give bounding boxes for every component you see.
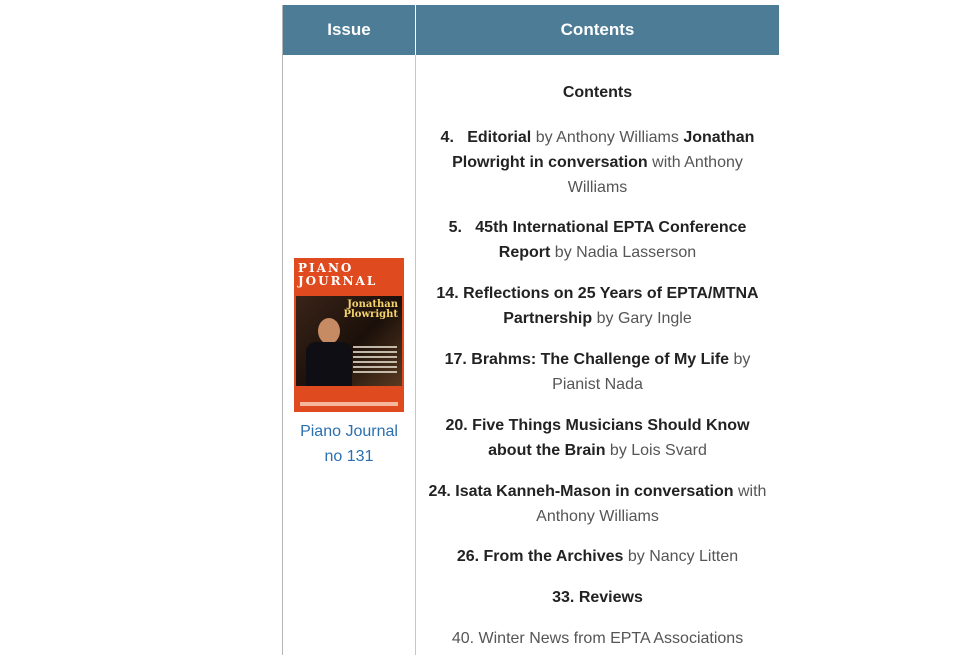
table-header: Issue Contents	[283, 5, 779, 55]
contents-entry: 40. Winter News from EPTA Associations	[426, 626, 769, 651]
cover-name-line2: Plowright	[343, 309, 398, 320]
cover-photo: Jonathan Plowright	[296, 296, 402, 386]
cover-name: Jonathan Plowright	[343, 300, 398, 320]
entry-number: 20.	[445, 417, 468, 434]
entry-number: 33.	[552, 589, 575, 606]
contents-entry: 14. Reflections on 25 Years of EPTA/MTNA…	[426, 281, 769, 331]
issue-link-line2[interactable]: no 131	[283, 444, 415, 469]
cover-portrait-face	[318, 318, 340, 344]
entry-number: 40.	[451, 630, 475, 647]
cover-portrait-body	[306, 342, 352, 386]
header-contents: Contents	[415, 5, 779, 55]
cover-title: PIANO JOURNAL	[298, 262, 400, 292]
contents-entry: 20. Five Things Musicians Should Know ab…	[426, 413, 769, 463]
issue-link[interactable]: Piano Journal no 131	[283, 419, 415, 469]
contents-entry: 26. From the Archives by Nancy Litten	[426, 544, 769, 569]
cover-title-line2: JOURNAL	[298, 274, 378, 288]
header-issue: Issue	[327, 20, 371, 39]
contents-entry: 24. Isata Kanneh-Mason in conversation w…	[426, 479, 769, 529]
issue-cell: PIANO JOURNAL Jonathan Plowright Piano J…	[283, 55, 415, 655]
entry-number: 24.	[428, 483, 451, 500]
journal-cover-image[interactable]: PIANO JOURNAL Jonathan Plowright	[294, 258, 404, 412]
contents-cell: Contents 4. Editorial by Anthony William…	[416, 55, 779, 655]
entry-byline: by Nadia Lasserson	[550, 244, 697, 261]
entry-byline: by Gary Ingle	[592, 310, 692, 327]
entry-title: Editorial	[467, 129, 532, 146]
contents-entry: 4. Editorial by Anthony Williams Jonatha…	[426, 125, 769, 200]
entry-number: 26.	[456, 548, 480, 565]
entry-byline: by Anthony Williams	[531, 129, 684, 146]
entry-number: 4.	[440, 129, 454, 146]
contents-heading: Contents	[562, 84, 633, 101]
entry-number: 5.	[448, 219, 462, 236]
contents-entry: 33. Reviews	[426, 585, 769, 610]
contents-entry: 17. Brahms: The Challenge of My Life by …	[426, 347, 769, 397]
entry-number: 17.	[444, 351, 467, 368]
entry-byline: by Nancy Litten	[623, 548, 739, 565]
cover-text-lines	[353, 346, 397, 376]
entry-title: Reviews	[578, 589, 643, 606]
entry-title: From the Archives	[483, 548, 624, 565]
issue-contents-table: Issue Contents PIANO JOURNAL Jonathan Pl…	[282, 5, 779, 655]
cover-footer-strip	[300, 402, 398, 406]
issue-link-line1[interactable]: Piano Journal	[283, 419, 415, 444]
entry-title: Isata Kanneh-Mason in conversation	[455, 483, 734, 500]
entry-title: Brahms: The Challenge of My Life	[471, 351, 730, 368]
entry-byline: Winter News from EPTA Associations	[478, 630, 744, 647]
entry-byline: by Lois Svard	[605, 442, 707, 459]
contents-entry: 5. 45th International EPTA Conference Re…	[426, 215, 769, 265]
entry-number: 14.	[436, 285, 459, 302]
